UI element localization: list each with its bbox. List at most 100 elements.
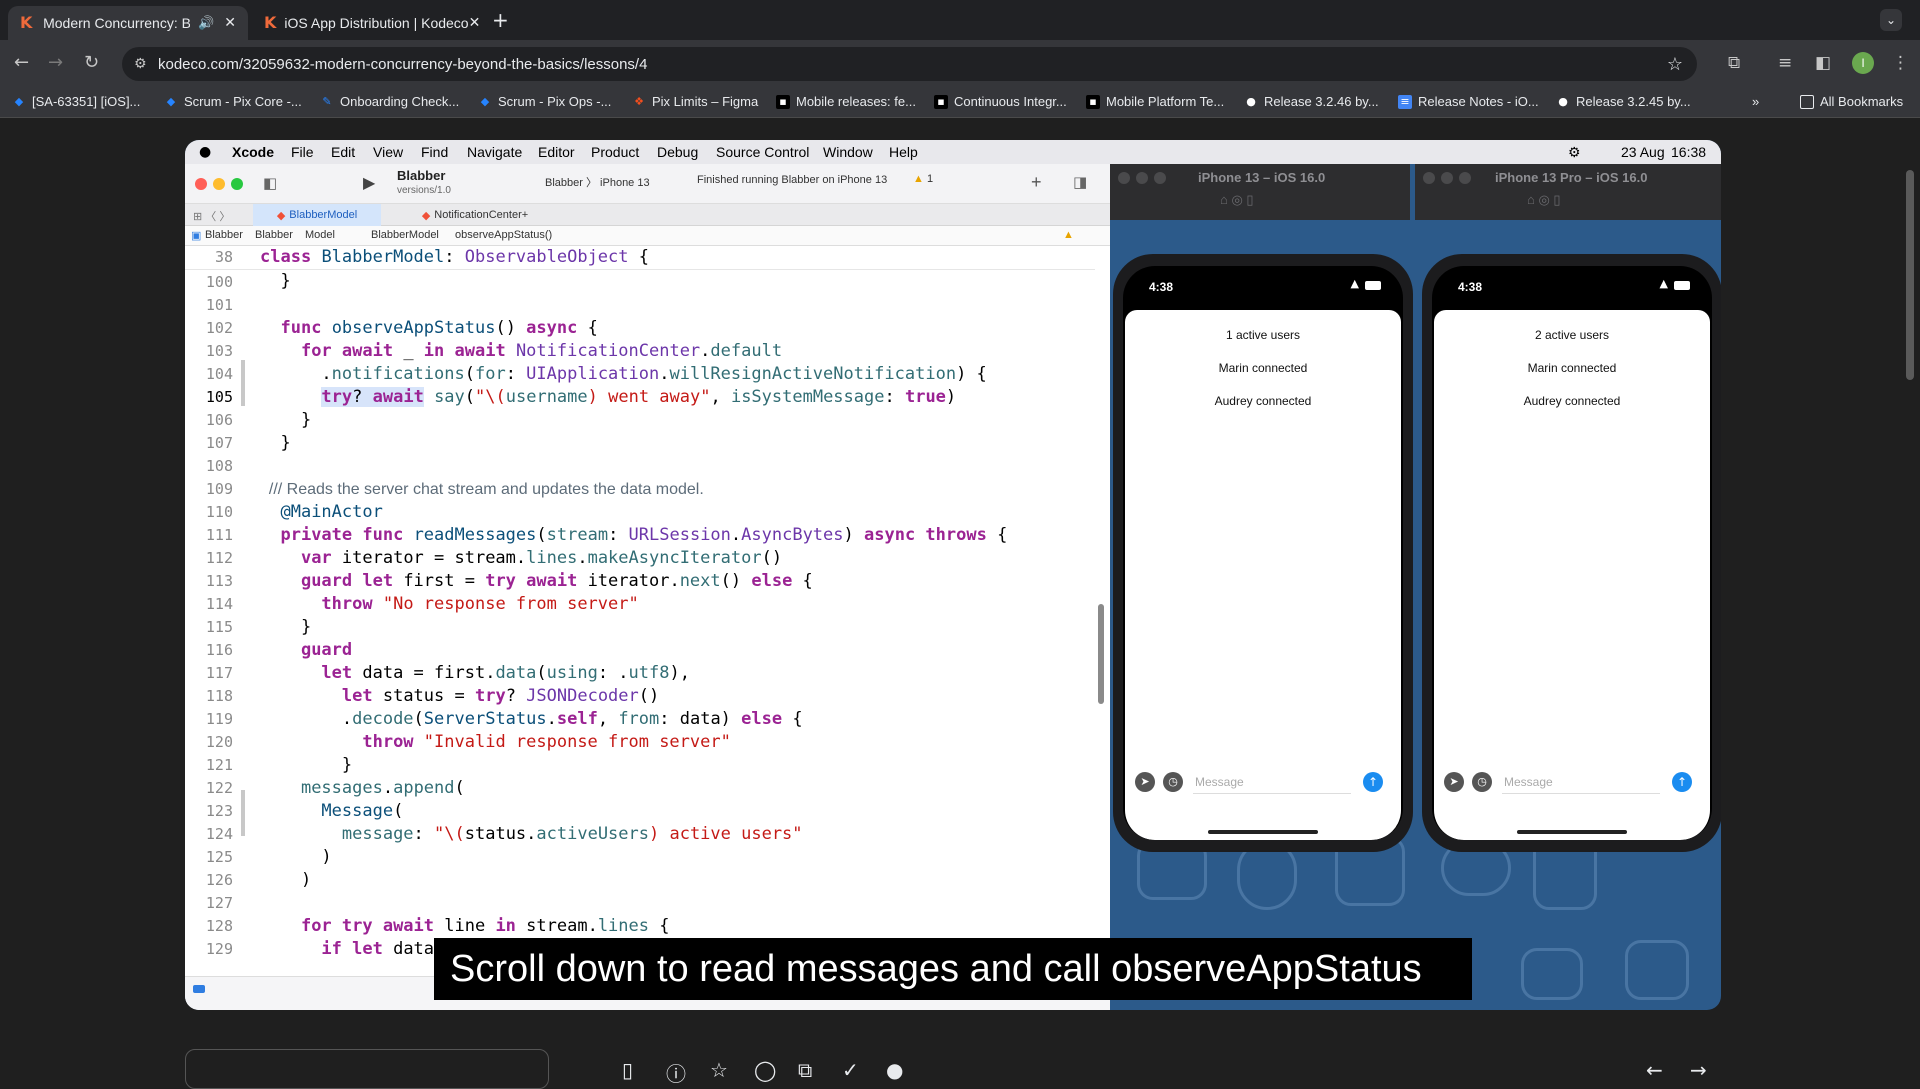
bookmark-item[interactable]: ◆ Scrum - Pix Core -...: [164, 94, 302, 109]
code-line: guard: [300, 640, 353, 660]
address-bar[interactable]: ⚙ kodeco.com/32059632-modern-concurrency…: [122, 47, 1697, 81]
line-number: 118: [205, 687, 233, 705]
kodeco-logo-icon: K: [20, 13, 33, 32]
forward-icon[interactable]: →: [48, 52, 63, 73]
code-line: for await _ in await NotificationCenter.…: [300, 341, 783, 361]
reload-icon[interactable]: ↻: [84, 52, 99, 73]
previous-lesson-icon[interactable]: ←: [1646, 1058, 1663, 1082]
bookmark-star-icon[interactable]: ☆: [1667, 54, 1683, 75]
page-scrollbar[interactable]: [1906, 170, 1914, 380]
battery-icon: [1674, 281, 1690, 290]
extensions-icon[interactable]: ⧉: [1728, 53, 1740, 73]
complete-icon[interactable]: ✓: [842, 1058, 859, 1082]
menu-help: Help: [889, 144, 918, 160]
folder-icon: [1800, 94, 1814, 109]
line-number: 107: [205, 434, 233, 452]
site-controls-icon[interactable]: ⚙: [134, 56, 147, 72]
line-number: 110: [205, 503, 233, 521]
bookmark-item[interactable]: ▪ Mobile Platform Te...: [1086, 94, 1224, 109]
line-number: 120: [205, 733, 233, 751]
all-bookmarks[interactable]: All Bookmarks: [1800, 94, 1903, 109]
browser-tab-active[interactable]: K Modern Concurrency: Be 🔊 ✕: [8, 6, 248, 40]
simulator-title: iPhone 13 Pro – iOS 16.0: [1495, 170, 1648, 185]
side-panel-icon[interactable]: ◧: [1815, 53, 1831, 73]
tab-search-icon[interactable]: ⌄: [1880, 9, 1902, 31]
lesson-panel[interactable]: [185, 1049, 549, 1089]
window-zoom-button: [1154, 172, 1166, 184]
line-number: 125: [205, 848, 233, 866]
menu-source-control: Source Control: [716, 144, 810, 160]
close-tab-icon[interactable]: ✕: [469, 15, 481, 31]
figma-icon: ❖: [634, 94, 644, 108]
code-line: Message(: [321, 801, 404, 821]
send-icon: ↑: [1672, 772, 1692, 792]
media-controls-icon[interactable]: ≡: [1778, 53, 1792, 73]
bookmark-item[interactable]: ● Release 3.2.46 by...: [1244, 94, 1378, 109]
speaker-icon[interactable]: 🔊: [198, 16, 214, 31]
change-indicator: [241, 360, 245, 406]
jump-bar: ▣ Blabber Blabber Model BlabberModel obs…: [185, 226, 1110, 246]
bookmark-item[interactable]: ▪ Continuous Integr...: [934, 94, 1067, 109]
bookmark-item[interactable]: ≡ Release Notes - iO...: [1398, 94, 1539, 109]
bookmark-item[interactable]: ● Release 3.2.45 by...: [1556, 94, 1690, 109]
more-bookmarks-icon[interactable]: »: [1752, 94, 1759, 109]
timer-icon: ◷: [1163, 772, 1183, 792]
new-tab-icon[interactable]: +: [492, 8, 509, 32]
menu-time: 16:38: [1671, 144, 1707, 160]
wifi-icon: ▲: [1659, 277, 1668, 290]
bookmark-item[interactable]: ✎ Onboarding Check...: [320, 94, 459, 109]
code-line: var iterator = stream.lines.makeAsyncIte…: [300, 548, 783, 568]
comment-icon[interactable]: ◯: [754, 1058, 776, 1082]
github-icon[interactable]: ●: [886, 1058, 903, 1082]
browser-tab[interactable]: K iOS App Distribution | Kodeco ✕: [252, 6, 482, 40]
line-number: 105: [205, 388, 233, 406]
menu-file: File: [291, 144, 314, 160]
swift-file-icon: ◆: [276, 209, 286, 222]
line-number: 111: [205, 526, 233, 544]
close-tab-icon[interactable]: ✕: [224, 15, 236, 31]
profile-avatar[interactable]: I: [1852, 52, 1874, 74]
next-lesson-icon[interactable]: →: [1690, 1058, 1707, 1082]
bookmark-item[interactable]: ◆ [SA-63351] [iOS]...: [12, 94, 141, 109]
line-number: 106: [205, 411, 233, 429]
line-number: 104: [205, 365, 233, 383]
inspector-toggle-icon: ◨: [1073, 173, 1088, 191]
control-center-icon: ⚙: [1568, 144, 1581, 160]
code-line: }: [260, 755, 353, 775]
code-line: .decode(ServerStatus.self, from: data) e…: [260, 709, 803, 729]
line-number: 102: [205, 319, 233, 337]
line-number: 113: [205, 572, 233, 590]
code-line: throw "Invalid response from server": [362, 732, 731, 752]
window-minimize-button: [1441, 172, 1453, 184]
menu-edit: Edit: [331, 144, 356, 160]
browser-tab-bar: K Modern Concurrency: Be 🔊 ✕ K iOS App D…: [0, 0, 1920, 40]
code-line: func observeAppStatus() async {: [280, 318, 598, 338]
warning-icon: ▲: [1063, 229, 1074, 241]
video-frame[interactable]: ● Xcode File Edit View Find Navigate Edi…: [185, 140, 1721, 1010]
app-icon: ▪: [934, 94, 948, 109]
info-icon[interactable]: ⓘ: [666, 1058, 686, 1087]
debug-area-toggle-icon: [193, 985, 205, 993]
pip-icon[interactable]: ⧉: [798, 1058, 812, 1082]
docs-icon: ≡: [1398, 94, 1412, 109]
line-number: 116: [205, 641, 233, 659]
bookmark-item[interactable]: ▪ Mobile releases: fe...: [776, 94, 916, 109]
bookmark-icon[interactable]: ▯: [622, 1058, 633, 1082]
menu-kebab-icon[interactable]: ⋮: [1892, 53, 1909, 73]
line-number: 117: [205, 664, 233, 682]
window-zoom-button: [1459, 172, 1471, 184]
wifi-icon: ▲: [1350, 277, 1359, 290]
swift-file-icon: ◆: [421, 209, 431, 222]
menu-debug: Debug: [657, 144, 699, 160]
window-close-button: [195, 178, 207, 190]
star-icon[interactable]: ☆: [710, 1058, 728, 1082]
line-number: 119: [205, 710, 233, 728]
back-icon[interactable]: ←: [14, 52, 29, 73]
window-close-button: [1118, 172, 1130, 184]
line-number: 109: [205, 480, 233, 498]
menu-navigate: Navigate: [467, 144, 523, 160]
bookmark-item[interactable]: ◆ Scrum - Pix Ops -...: [478, 94, 612, 109]
chat-message: Marin connected: [1527, 361, 1617, 375]
line-number: 38: [214, 248, 233, 266]
bookmark-item[interactable]: ❖ Pix Limits – Figma: [632, 94, 758, 109]
